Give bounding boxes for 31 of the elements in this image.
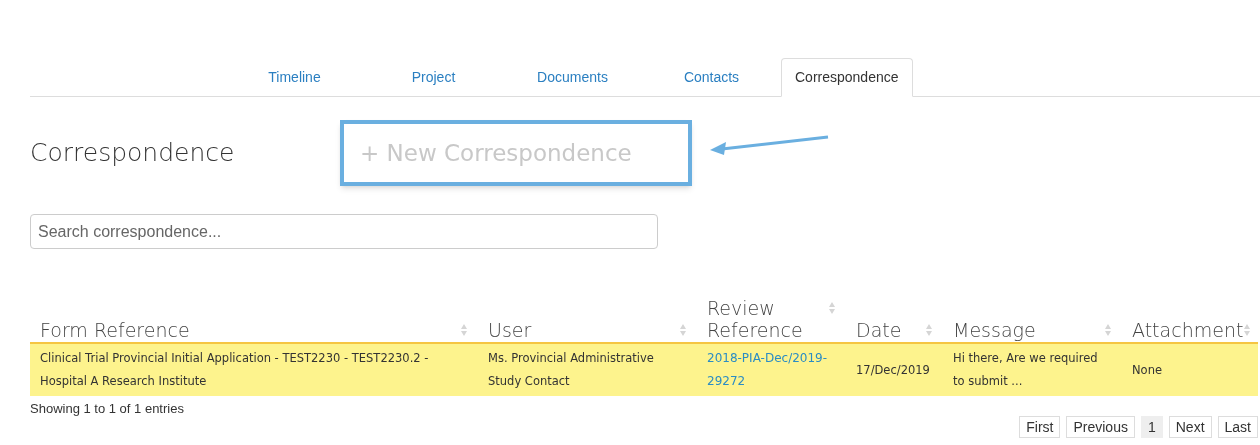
table-cell-text: 17/Dec/2019 bbox=[856, 361, 931, 379]
table-cell-text: Ms. Provincial Administrative Study Contact bbox=[488, 350, 655, 390]
page-button[interactable]: Next bbox=[1168, 416, 1212, 438]
tab[interactable]: Contacts bbox=[642, 58, 781, 97]
page-button[interactable]: Last bbox=[1217, 416, 1258, 438]
tab[interactable]: Correspondence bbox=[781, 58, 913, 97]
sort-icon bbox=[828, 301, 836, 315]
table-cell-text: None bbox=[1132, 361, 1163, 379]
sort-icon bbox=[460, 323, 468, 337]
column-header[interactable]: User bbox=[488, 319, 532, 341]
sort-icon bbox=[679, 323, 687, 337]
table-cell-text: Hi there, Are we required to submit ... bbox=[953, 350, 1099, 390]
entries-info: Showing 1 to 1 of 1 entries bbox=[30, 400, 184, 418]
table-cell-text: Clinical Trial Provincial Initial Application - TEST2230 - TEST2230.2 - Hospital A Research Institute bbox=[40, 350, 430, 390]
tab[interactable]: Timeline bbox=[225, 58, 364, 97]
page-heading: Correspondence bbox=[30, 137, 236, 170]
column-header[interactable]: Review Reference bbox=[707, 297, 828, 341]
tab[interactable]: Documents bbox=[503, 58, 642, 97]
search-field[interactable]: Search correspondence... bbox=[30, 214, 658, 249]
page-button[interactable]: First bbox=[1019, 416, 1061, 438]
tab[interactable]: Project bbox=[364, 58, 503, 97]
column-header[interactable]: Form Reference bbox=[40, 319, 190, 341]
page-button[interactable]: Previous bbox=[1066, 416, 1135, 438]
page-button[interactable]: 1 bbox=[1140, 416, 1163, 438]
sort-icon bbox=[1243, 323, 1252, 337]
column-header[interactable]: Attachment bbox=[1132, 319, 1244, 341]
arrow-icon bbox=[708, 135, 830, 157]
sort-icon bbox=[925, 323, 933, 337]
column-header[interactable]: Date bbox=[856, 319, 902, 341]
column-header[interactable]: Message bbox=[953, 319, 1036, 341]
sort-icon bbox=[1104, 323, 1112, 337]
